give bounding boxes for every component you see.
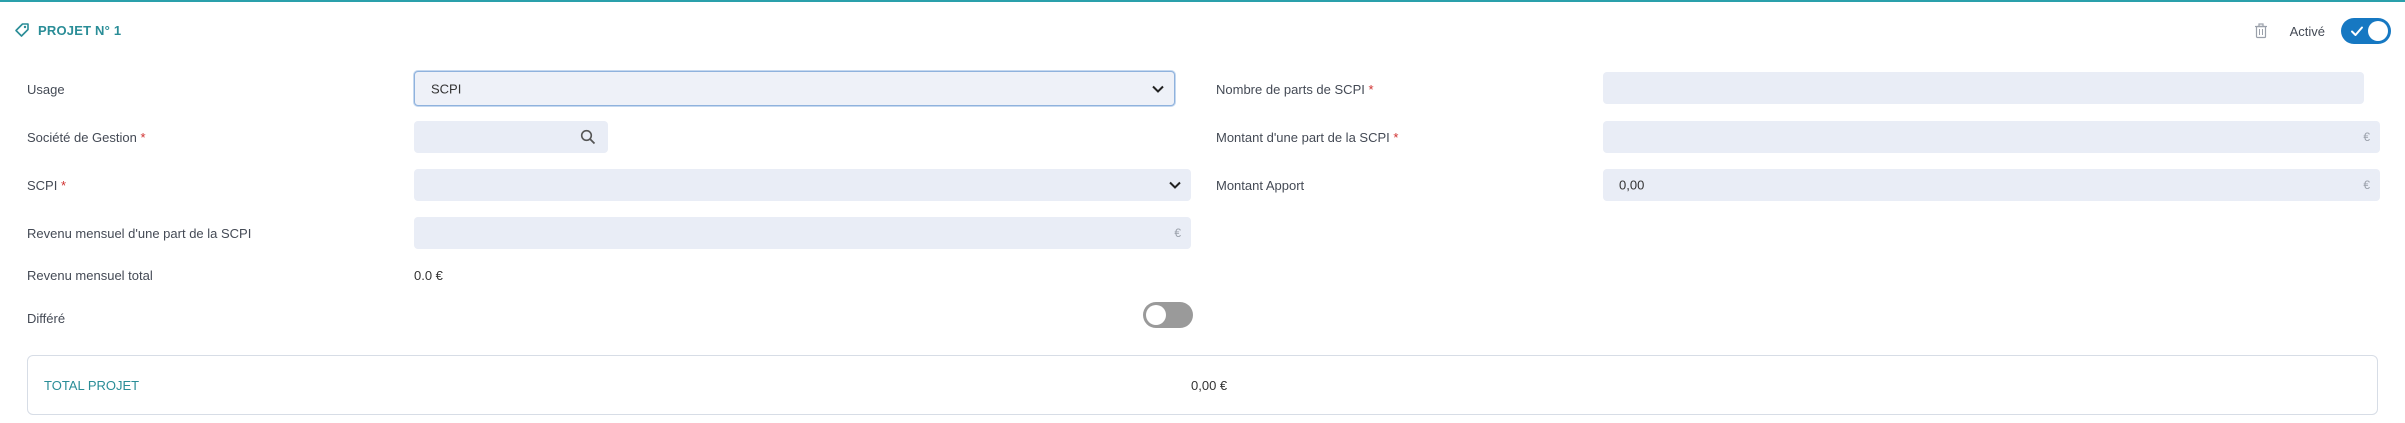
usage-value: SCPI [431,81,462,96]
check-icon [2351,26,2363,36]
page-title: PROJET N° 1 [38,22,122,38]
montant-apport-label: Montant Apport [1216,178,1305,193]
chevron-down-icon [1152,85,1164,93]
total-projet-box: TOTAL PROJET 0,00 € [27,355,2378,415]
montant-apport-value: 0,00 [1619,177,1645,193]
euro-unit: € [1174,226,1181,240]
euro-unit: € [2363,130,2370,144]
societe-gestion-label: Société de Gestion * [27,130,146,145]
toggle-knob [1146,305,1166,325]
search-icon[interactable] [580,129,596,145]
total-projet-value: 0,00 € [1191,378,1228,393]
nombre-parts-input[interactable] [1603,72,2364,104]
societe-gestion-input[interactable] [414,121,608,153]
project-header: PROJET N° 1 [14,22,121,38]
active-label: Activé [2289,23,2325,39]
revenu-mensuel-part-input: € [414,217,1191,249]
differe-toggle[interactable] [1143,302,1193,328]
header-actions: Activé [2254,18,2391,44]
nombre-parts-label: Nombre de parts de SCPI * [1216,82,1374,97]
trash-icon[interactable] [2254,23,2268,39]
total-projet-label: TOTAL PROJET [44,378,140,393]
montant-part-label: Montant d'une part de la SCPI * [1216,130,1399,145]
scpi-select[interactable] [414,169,1191,201]
usage-select[interactable]: SCPI [414,71,1175,106]
chevron-down-icon [1169,181,1181,189]
top-accent-line [0,0,2405,2]
toggle-knob [2368,21,2388,41]
revenu-mensuel-total-value: 0.0 € [414,268,443,283]
usage-label: Usage [27,82,65,97]
euro-unit: € [2363,178,2370,192]
montant-apport-input[interactable]: 0,00 € [1603,169,2380,201]
revenu-mensuel-part-label: Revenu mensuel d'une part de la SCPI [27,226,252,241]
montant-part-input: € [1603,121,2380,153]
active-toggle[interactable] [2341,18,2391,44]
tag-icon [15,23,29,37]
scpi-label: SCPI * [27,178,67,193]
revenu-mensuel-total-label: Revenu mensuel total [27,268,153,283]
differe-label: Différé [27,311,66,326]
